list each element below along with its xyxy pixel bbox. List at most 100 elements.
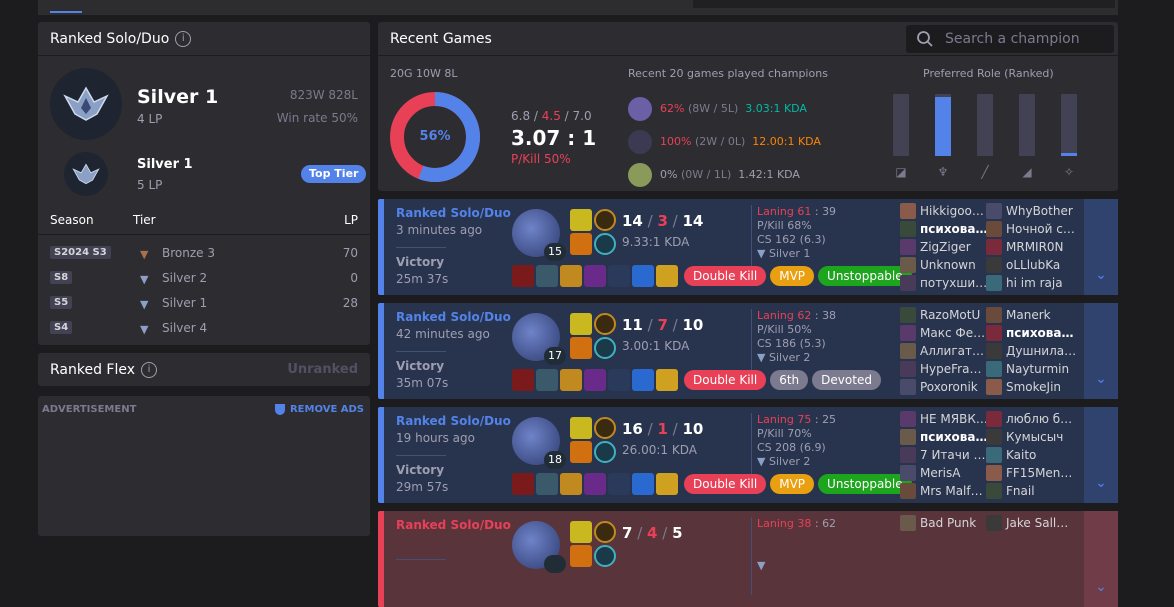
recent-champion-row[interactable]: 100% (2W / 0L) 12.00:1 KDA: [628, 125, 821, 158]
player-row[interactable]: Jake Sall…: [986, 514, 1078, 532]
player-name[interactable]: психова…: [920, 222, 988, 236]
item-icon[interactable]: [656, 473, 678, 495]
player-name[interactable]: НЕ МЯВК…: [920, 412, 988, 426]
item-icon[interactable]: [536, 265, 558, 287]
player-row[interactable]: Макс Фе…: [900, 324, 992, 342]
player-name[interactable]: Душнила…: [1006, 344, 1076, 358]
player-row[interactable]: НЕ МЯВК…: [900, 410, 992, 428]
item-icon[interactable]: [608, 369, 630, 391]
expand-match-button[interactable]: ⌄: [1084, 199, 1118, 295]
player-row[interactable]: Bad Punk: [900, 514, 992, 532]
item-icon[interactable]: [512, 265, 534, 287]
item-icon[interactable]: [584, 265, 606, 287]
player-row[interactable]: психова…: [986, 324, 1078, 342]
expand-match-button[interactable]: ⌄: [1084, 511, 1118, 607]
player-name[interactable]: Кумысыч: [1006, 430, 1063, 444]
search-input[interactable]: Search a champion: [945, 31, 1080, 47]
player-row[interactable]: 7 Итачи …: [900, 446, 992, 464]
remove-ads-button[interactable]: REMOVE ADS: [274, 404, 364, 415]
champion-portrait[interactable]: 18: [512, 417, 566, 469]
player-row[interactable]: Nayturmin: [986, 360, 1078, 378]
player-row[interactable]: Hikkigoo…: [900, 202, 992, 220]
player-name[interactable]: FF15Men…: [1006, 466, 1072, 480]
player-row[interactable]: RazoMotU: [900, 306, 992, 324]
player-name[interactable]: Ночной с…: [1006, 222, 1075, 236]
item-icon[interactable]: [512, 369, 534, 391]
player-row[interactable]: hi im raja: [986, 274, 1078, 292]
player-name[interactable]: oLLlubKa: [1006, 258, 1060, 272]
player-name[interactable]: WhyBother: [1006, 204, 1073, 218]
champion-search[interactable]: Search a champion: [906, 25, 1114, 53]
player-row[interactable]: HypeFra…: [900, 360, 992, 378]
player-row[interactable]: люблю б…: [986, 410, 1078, 428]
player-name[interactable]: психова…: [920, 430, 988, 444]
player-name[interactable]: Fnail: [1006, 484, 1035, 498]
player-name[interactable]: Bad Punk: [920, 516, 976, 530]
player-name[interactable]: HypeFra…: [920, 362, 981, 376]
player-name[interactable]: SmokeJin: [1006, 380, 1061, 394]
player-row[interactable]: Manerk: [986, 306, 1078, 324]
champion-portrait[interactable]: 17: [512, 313, 566, 365]
item-icon[interactable]: [560, 369, 582, 391]
player-row[interactable]: Аллигат…: [900, 342, 992, 360]
player-row[interactable]: MerisA: [900, 464, 992, 482]
player-name[interactable]: ZigZiger: [920, 240, 971, 254]
info-icon[interactable]: i: [175, 30, 192, 47]
player-name[interactable]: Kaito: [1006, 448, 1036, 462]
player-row[interactable]: oLLlubKa: [986, 256, 1078, 274]
player-row[interactable]: SmokeJin: [986, 378, 1078, 396]
expand-match-button[interactable]: ⌄: [1084, 303, 1118, 399]
player-row[interactable]: психова…: [900, 220, 992, 238]
recent-champion-row[interactable]: 0% (0W / 1L) 1.42:1 KDA: [628, 158, 821, 191]
item-icon[interactable]: [584, 473, 606, 495]
champion-portrait[interactable]: 15: [512, 209, 566, 261]
item-icon[interactable]: [608, 265, 630, 287]
player-name[interactable]: Jake Sall…: [1006, 516, 1068, 530]
item-icon[interactable]: [512, 473, 534, 495]
player-row[interactable]: Fnail: [986, 482, 1078, 500]
item-icon[interactable]: [536, 473, 558, 495]
player-row[interactable]: ZigZiger: [900, 238, 992, 256]
expand-match-button[interactable]: ⌄: [1084, 407, 1118, 503]
item-icon[interactable]: [656, 265, 678, 287]
match-card[interactable]: Ranked Solo/Duo 19 hours ago Victory 29m 57…: [378, 407, 1118, 503]
info-icon[interactable]: i: [141, 361, 158, 378]
player-name[interactable]: Hikkigoo…: [920, 204, 984, 218]
item-icon[interactable]: [560, 265, 582, 287]
player-row[interactable]: WhyBother: [986, 202, 1078, 220]
player-row[interactable]: MRMIR0N: [986, 238, 1078, 256]
item-icon[interactable]: [632, 369, 654, 391]
player-name[interactable]: Nayturmin: [1006, 362, 1069, 376]
player-row[interactable]: Душнила…: [986, 342, 1078, 360]
player-row[interactable]: FF15Men…: [986, 464, 1078, 482]
player-name[interactable]: Unknown: [920, 258, 976, 272]
player-name[interactable]: Макс Фе…: [920, 326, 985, 340]
player-name[interactable]: Poxoronik: [920, 380, 978, 394]
player-row[interactable]: Poxoronik: [900, 378, 992, 396]
match-card[interactable]: Ranked Solo/Duo 7 / 4 / 5 Laning 38 : 62 ▼ …: [378, 511, 1118, 607]
player-name[interactable]: RazoMotU: [920, 308, 980, 322]
player-row[interactable]: Ночной с…: [986, 220, 1078, 238]
player-name[interactable]: MRMIR0N: [1006, 240, 1064, 254]
player-name[interactable]: люблю б…: [1006, 412, 1072, 426]
match-card[interactable]: Ranked Solo/Duo 3 minutes ago Victory 25m 3…: [378, 199, 1118, 295]
recent-champion-row[interactable]: 62% (8W / 5L) 3.03:1 KDA: [628, 92, 821, 125]
item-icon[interactable]: [632, 265, 654, 287]
player-row[interactable]: потухши…: [900, 274, 992, 292]
player-name[interactable]: психова…: [1006, 326, 1074, 340]
champion-portrait[interactable]: [512, 521, 566, 573]
player-row[interactable]: Кумысыч: [986, 428, 1078, 446]
item-icon[interactable]: [560, 473, 582, 495]
player-row[interactable]: Mrs Malf…: [900, 482, 992, 500]
player-row[interactable]: психова…: [900, 428, 992, 446]
player-name[interactable]: Mrs Malf…: [920, 484, 983, 498]
item-icon[interactable]: [584, 369, 606, 391]
player-name[interactable]: 7 Итачи …: [920, 448, 985, 462]
player-name[interactable]: hi im raja: [1006, 276, 1063, 290]
player-name[interactable]: потухши…: [920, 276, 987, 290]
player-name[interactable]: Аллигат…: [920, 344, 984, 358]
player-row[interactable]: Unknown: [900, 256, 992, 274]
player-row[interactable]: Kaito: [986, 446, 1078, 464]
item-icon[interactable]: [608, 473, 630, 495]
item-icon[interactable]: [656, 369, 678, 391]
